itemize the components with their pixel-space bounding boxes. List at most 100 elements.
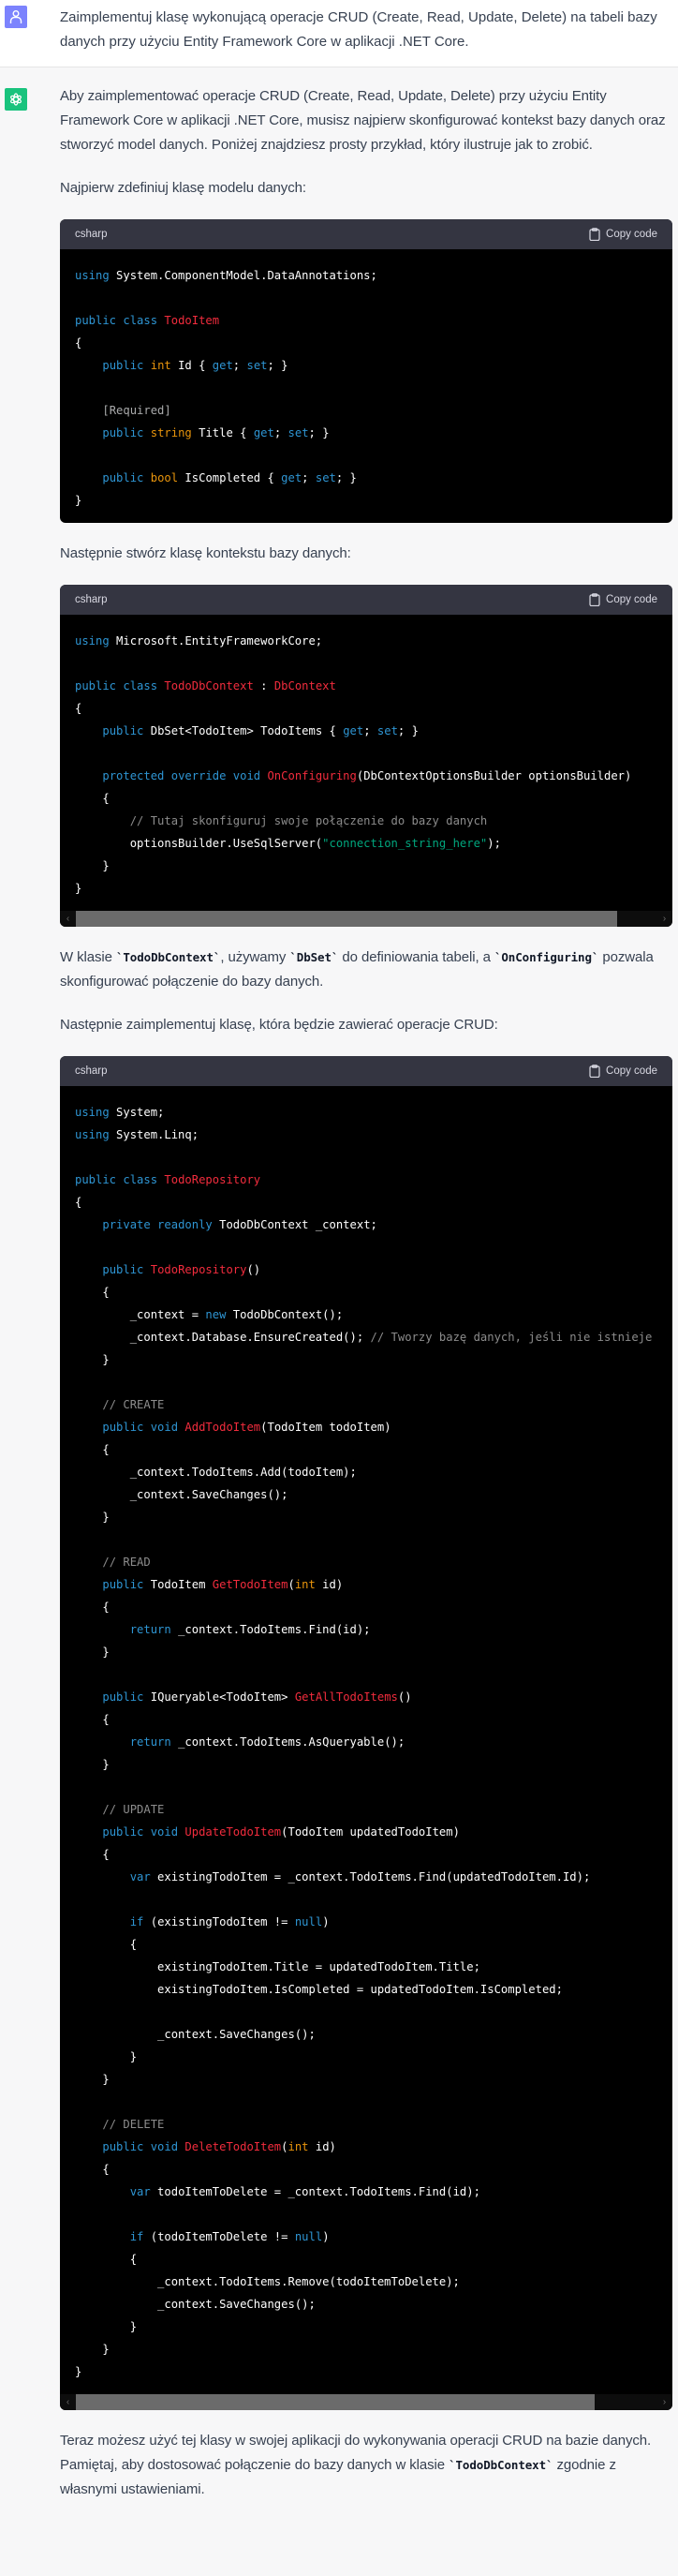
- code-token: }: [75, 1758, 110, 1771]
- code-line: using Microsoft.EntityFrameworkCore;: [75, 630, 657, 652]
- scroll-right-arrow-icon[interactable]: ›: [656, 911, 672, 927]
- code-token: ): [322, 2230, 330, 2243]
- user-message-text: Zaimplementuj klasę wykonującą operacje …: [60, 9, 657, 50]
- code-line: public DbSet<TodoItem> TodoItems { get ; …: [75, 720, 657, 742]
- code-language: csharp: [75, 229, 108, 240]
- code-token: }: [75, 2365, 82, 2378]
- code-line: {: [75, 787, 657, 810]
- code-token: var: [129, 2185, 151, 2198]
- code-token: public: [102, 426, 144, 439]
- code-token: using: [75, 1128, 110, 1141]
- code-token: _context.TodoItems.AsQueryable();: [170, 1735, 405, 1749]
- code-token: (: [287, 1578, 295, 1591]
- code-token: ): [322, 1915, 330, 1928]
- code-token: System.ComponentModel.DataAnnotations;: [109, 269, 377, 282]
- code-token: [Required]: [102, 404, 171, 417]
- code-line: }: [75, 877, 657, 900]
- code-token: TodoItem: [164, 314, 220, 327]
- user-message: Zaimplementuj klasę wykonującą operacje …: [0, 0, 678, 67]
- copy-code-button[interactable]: Copy code: [589, 593, 657, 606]
- code-line: public void AddTodoItem(TodoItem todoIte…: [75, 1416, 657, 1438]
- code-line: protected override void OnConfiguring(Db…: [75, 765, 657, 787]
- code-token: _context.TodoItems.Remove(todoItemToDele…: [75, 2275, 460, 2288]
- code-token: if: [129, 2230, 144, 2243]
- code-token: UpdateTodoItem: [184, 1825, 282, 1839]
- scrollbar-thumb[interactable]: [76, 911, 617, 927]
- code-token: }: [75, 882, 82, 895]
- outro-paragraph: Teraz możesz użyć tej klasy w swojej apl…: [60, 2429, 672, 2502]
- code-language: csharp: [75, 1065, 108, 1077]
- code-line: // CREATE: [75, 1393, 657, 1416]
- code-token: // Tworzy bazę danych, jeśli nie istniej…: [370, 1331, 653, 1344]
- copy-code-button[interactable]: Copy code: [589, 228, 657, 241]
- code-line: _context.SaveChanges();: [75, 2293, 657, 2315]
- code-line: {: [75, 697, 657, 720]
- code-line: _context = new TodoDbContext();: [75, 1303, 657, 1326]
- code-line: _context.SaveChanges();: [75, 1483, 657, 1506]
- scroll-left-arrow-icon[interactable]: ‹: [60, 2394, 76, 2410]
- copy-code-button[interactable]: Copy code: [589, 1065, 657, 1078]
- scrollbar-thumb[interactable]: [76, 2394, 595, 2410]
- code-token: {: [75, 702, 82, 715]
- code-token: _context.SaveChanges();: [75, 2298, 316, 2311]
- code-line: }: [75, 2046, 657, 2068]
- code-token: public: [102, 1578, 144, 1591]
- code-token: DbSet<TodoItem> TodoItems {: [143, 724, 344, 737]
- code-token: id): [315, 1578, 344, 1591]
- code-token: {: [75, 1443, 110, 1456]
- code-line: [Required]: [75, 399, 657, 422]
- code-line: // DELETE: [75, 2113, 657, 2136]
- code-token: {: [75, 1286, 110, 1299]
- code-token: public: [102, 724, 144, 737]
- code-line: existingTodoItem.IsCompleted = updatedTo…: [75, 1978, 657, 2001]
- code-token: int: [150, 359, 171, 372]
- code-line: public void UpdateTodoItem(TodoItem upda…: [75, 1821, 657, 1843]
- code-line: {: [75, 2248, 657, 2271]
- code-line: // Tutaj skonfiguruj swoje połączenie do…: [75, 810, 657, 832]
- code-token: {: [75, 2253, 138, 2266]
- code-token: Microsoft.EntityFrameworkCore;: [109, 634, 323, 648]
- horizontal-scrollbar[interactable]: ‹ ›: [60, 911, 672, 927]
- horizontal-scrollbar[interactable]: ‹ ›: [60, 2394, 672, 2410]
- code-token: // Tutaj skonfiguruj swoje połączenie do…: [129, 814, 488, 827]
- code-token: _context.Database.EnsureCreated();: [75, 1331, 371, 1344]
- code-token: Title {: [191, 426, 254, 439]
- scroll-right-arrow-icon[interactable]: ›: [656, 2394, 672, 2410]
- code-token: // UPDATE: [102, 1803, 165, 1816]
- code-line: public IQueryable<TodoItem> GetAllTodoIt…: [75, 1686, 657, 1708]
- code-token: DeleteTodoItem: [184, 2140, 282, 2153]
- code-token: Id {: [170, 359, 213, 372]
- code-line: public class TodoRepository: [75, 1169, 657, 1191]
- code-line: public string Title { get; set; }: [75, 422, 657, 444]
- step3-paragraph: Następnie zaimplementuj klasę, która będ…: [60, 1017, 498, 1033]
- code-token: using: [75, 634, 110, 648]
- code-line: _context.SaveChanges();: [75, 2023, 657, 2046]
- copy-code-label: Copy code: [606, 1065, 657, 1077]
- code-block-repository: csharp Copy code using System; using Syst…: [60, 1056, 672, 2410]
- code-token: set: [246, 359, 268, 372]
- code-token: IQueryable<TodoItem>: [143, 1690, 295, 1704]
- code-token: _context.SaveChanges();: [75, 2028, 316, 2041]
- code-token: public: [102, 359, 144, 372]
- scroll-left-arrow-icon[interactable]: ‹: [60, 911, 76, 927]
- code-line: {: [75, 1596, 657, 1618]
- code-line: {: [75, 2158, 657, 2181]
- code-token: public: [102, 1263, 144, 1276]
- code-token: }: [75, 1511, 110, 1524]
- code-token: bool: [150, 471, 179, 484]
